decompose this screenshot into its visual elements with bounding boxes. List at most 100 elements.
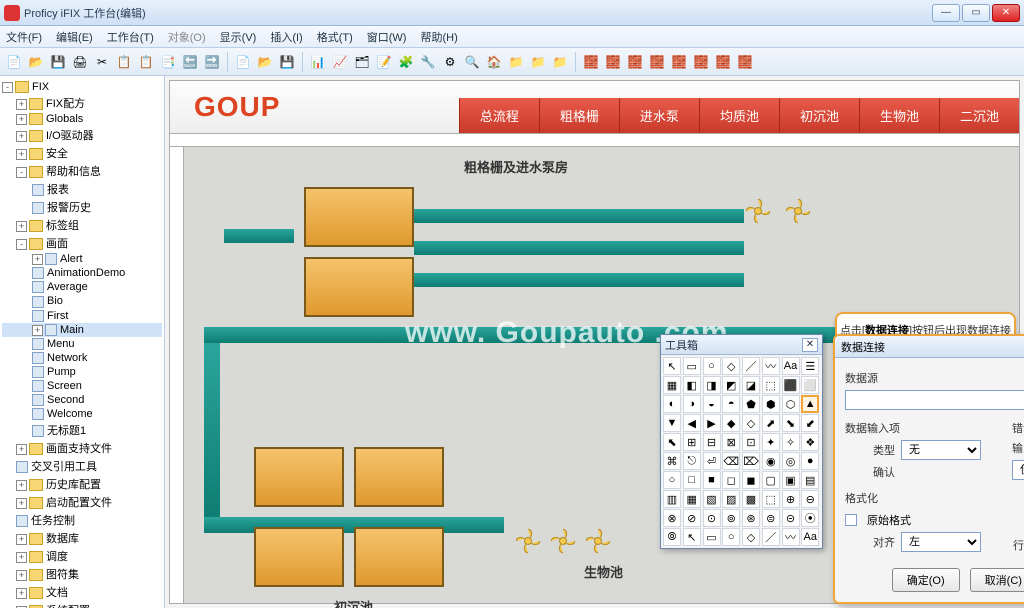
toolbox-tool[interactable]: ⊜ [762,509,780,527]
toolbox-tool[interactable]: ⬡ [782,395,800,413]
tree-toggle[interactable]: + [16,99,27,110]
toolbox-tool[interactable]: ◉ [762,452,780,470]
toolbar-button[interactable]: 💾 [48,52,68,72]
tank[interactable] [304,257,414,317]
toolbox-tool[interactable]: ◪ [742,376,760,394]
toolbox-tool[interactable]: ⊙ [703,509,721,527]
toolbox-tool[interactable]: ◧ [683,376,701,394]
tree-item-label[interactable]: FIX配方 [46,98,85,110]
fan-icon[interactable] [549,527,577,555]
toolbox-tool[interactable]: ▧ [703,490,721,508]
align-select[interactable]: 左 [901,532,981,552]
toolbox-window[interactable]: 工具箱 ✕ ↖▭○◇／〰Aa☰▦◧◨◩◪⬚⬛⬜◐◑◒◓⬟⬢⬡▲▼◀▶◆◇⬈⬊⬋⬉… [660,334,823,549]
toolbox-tool[interactable]: ⏎ [703,452,721,470]
toolbar-button[interactable]: 📂 [255,52,275,72]
toolbox-tool[interactable]: ◓ [722,395,740,413]
toolbox-tool[interactable]: ○ [722,528,740,546]
toolbox-tool[interactable]: ◎ [782,452,800,470]
toolbox-tool[interactable]: ⬉ [663,433,681,451]
toolbox-tool[interactable]: ✦ [762,433,780,451]
toolbox-tool[interactable]: ⊞ [683,433,701,451]
tree-item-label[interactable]: 历史库配置 [46,479,101,491]
toolbar-button[interactable]: 🧱 [713,52,733,72]
tree-toggle[interactable]: + [16,534,27,545]
toolbox-tool[interactable]: ◒ [703,395,721,413]
toolbox-tool[interactable]: ⊛ [742,509,760,527]
toolbar-button[interactable]: 🧱 [603,52,623,72]
toolbox-tool[interactable]: ◀ [683,414,701,432]
tree-item-label[interactable]: Menu [47,338,75,350]
toolbox-tool[interactable]: ◩ [722,376,740,394]
toolbox-tool[interactable]: ◇ [722,357,740,375]
tree-item-label[interactable]: I/O驱动器 [46,130,94,142]
tree-toggle[interactable]: + [16,498,27,509]
tank[interactable] [254,527,344,587]
nav-tab[interactable]: 进水泵 [619,98,699,133]
toolbox-tool[interactable]: ⬈ [762,414,780,432]
toolbox-tool[interactable]: ↖ [663,357,681,375]
tree-root-label[interactable]: FIX [32,81,49,93]
toolbox-tool[interactable]: ⊘ [683,509,701,527]
toolbox-tool[interactable]: ▦ [663,376,681,394]
tree-item-label[interactable]: 报警历史 [47,202,91,214]
tree-item-label[interactable]: Screen [47,380,82,392]
tree-item-label[interactable]: Bio [47,295,63,307]
tank[interactable] [354,447,444,507]
menu-edit[interactable]: 编辑(E) [56,29,93,45]
toolbox-tool[interactable]: ⬋ [801,414,819,432]
toolbar-button[interactable]: 🧱 [625,52,645,72]
nav-tab[interactable]: 生物池 [859,98,939,133]
tree-toggle[interactable]: - [16,167,27,178]
toolbar-button[interactable]: 🧱 [669,52,689,72]
toolbox-tool[interactable]: ◼ [742,471,760,489]
tank[interactable] [354,527,444,587]
toolbox-tool[interactable]: ✧ [782,433,800,451]
drawing-canvas[interactable]: GOUP 总流程粗格栅进水泵均质池初沉池生物池二沉池 粗格栅及进水泵房 [165,76,1024,608]
toolbox-tool[interactable]: ⬚ [762,490,780,508]
toolbox-tool[interactable]: ⊡ [742,433,760,451]
tree-item-label[interactable]: 调度 [46,551,68,563]
tree-toggle[interactable]: + [16,444,27,455]
toolbox-tool[interactable]: ▥ [663,490,681,508]
toolbox-tool[interactable]: ◇ [742,414,760,432]
toolbar-button[interactable]: 📝 [374,52,394,72]
tree-toggle[interactable]: - [16,239,27,250]
toolbar-button[interactable]: 📁 [550,52,570,72]
maximize-button[interactable]: ▭ [962,4,990,22]
tree-item-label[interactable]: 安全 [46,148,68,160]
tree-toggle[interactable]: + [16,570,27,581]
tree-toggle[interactable]: + [16,552,27,563]
toolbar-button[interactable]: 🏠 [484,52,504,72]
nav-tab[interactable]: 二沉池 [939,98,1019,133]
toolbox-tool[interactable]: ↖ [683,528,701,546]
toolbox-tool[interactable]: ⬟ [742,395,760,413]
toolbar-button[interactable]: 🧱 [735,52,755,72]
nav-tab[interactable]: 总流程 [459,98,539,133]
toolbox-tool[interactable]: ▣ [782,471,800,489]
toolbar-button[interactable]: 🔜 [202,52,222,72]
toolbar-button[interactable]: 📁 [506,52,526,72]
cancel-button[interactable]: 取消(C) [970,568,1024,592]
toolbox-tool[interactable]: Aa [801,528,819,546]
tree-toggle[interactable]: + [16,221,27,232]
toolbox-tool[interactable]: ◇ [742,528,760,546]
toolbox-tool[interactable]: ▦ [683,490,701,508]
toolbar-button[interactable]: 📂 [26,52,46,72]
dialog-titlebar[interactable]: 数据连接 ✕ [835,336,1024,358]
toolbox-tool[interactable]: ⊕ [782,490,800,508]
toolbox-tool[interactable]: ○ [663,471,681,489]
toolbox-tool[interactable]: ❖ [801,433,819,451]
tree-toggle[interactable]: + [16,588,27,599]
tree-item-label[interactable]: 任务控制 [31,515,75,527]
toolbar-button[interactable]: 📋 [136,52,156,72]
toolbox-tool[interactable]: ⊗ [663,509,681,527]
tree-item-label[interactable]: 图符集 [46,569,79,581]
toolbox-close-icon[interactable]: ✕ [802,338,818,352]
toolbox-tool[interactable]: ⌘ [663,452,681,470]
tree-toggle[interactable]: + [16,149,27,160]
toolbox-tool[interactable]: ◑ [683,395,701,413]
tree-item-label[interactable]: Alert [60,253,83,265]
toolbox-tool[interactable]: ◐ [663,395,681,413]
toolbox-tool[interactable]: ▭ [703,528,721,546]
toolbox-tool[interactable]: □ [683,471,701,489]
